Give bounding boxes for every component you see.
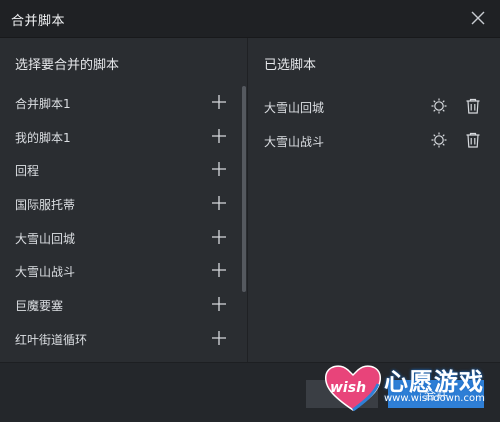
gear-icon[interactable] xyxy=(430,97,448,115)
selected-script-label: 大雪山战斗 xyxy=(264,135,325,149)
script-label: 大雪山回城 xyxy=(15,232,76,246)
selected-item: 大雪山战斗 xyxy=(248,127,500,153)
script-label: 红叶街道循环 xyxy=(15,333,88,347)
script-label: 巨魔要塞 xyxy=(15,299,64,313)
watermark-logo: wish 心愿游戏 www.wishdown.com xyxy=(322,358,498,418)
plus-icon[interactable] xyxy=(210,93,228,111)
script-label: 我的脚本1 xyxy=(15,131,71,145)
gear-icon[interactable] xyxy=(430,131,448,149)
logo-text: wish xyxy=(330,380,367,396)
close-icon[interactable] xyxy=(468,8,488,28)
script-label: 回程 xyxy=(15,164,40,178)
selected-panel-heading: 已选脚本 xyxy=(264,58,317,73)
plus-icon[interactable] xyxy=(210,194,228,212)
selected-item: 大雪山回城 xyxy=(248,93,500,119)
list-item[interactable]: 国际服托蒂 xyxy=(0,190,238,216)
list-item[interactable]: 我的脚本1 xyxy=(0,123,238,149)
plus-icon[interactable] xyxy=(210,127,228,145)
list-item[interactable]: 大雪山回城 xyxy=(0,224,238,250)
title-bar: 合并脚本 xyxy=(0,0,500,38)
source-panel-heading: 选择要合并的脚本 xyxy=(15,58,120,73)
list-item[interactable]: 大雪山战斗 xyxy=(0,257,238,283)
plus-icon[interactable] xyxy=(210,160,228,178)
trash-icon[interactable] xyxy=(464,97,482,115)
plus-icon[interactable] xyxy=(210,295,228,313)
watermark-url: www.wishdown.com xyxy=(384,393,485,404)
selected-script-label: 大雪山回城 xyxy=(264,101,325,115)
script-label: 合并脚本1 xyxy=(15,97,71,111)
script-source-panel: 选择要合并的脚本 合并脚本1 我的脚本1 回程 国际服托蒂 大雪山回城 大雪山战… xyxy=(0,38,248,362)
window-title: 合并脚本 xyxy=(11,14,66,29)
script-label: 大雪山战斗 xyxy=(15,265,76,279)
plus-icon[interactable] xyxy=(210,261,228,279)
selected-scripts-panel: 已选脚本 大雪山回城 大雪山战斗 xyxy=(248,38,500,362)
plus-icon[interactable] xyxy=(210,228,228,246)
list-item[interactable]: 回程 xyxy=(0,156,238,182)
script-label: 国际服托蒂 xyxy=(15,198,76,212)
list-item[interactable]: 合并脚本1 xyxy=(0,89,238,115)
watermark-brand: 心愿游戏 xyxy=(384,368,484,396)
list-item[interactable]: 巨魔要塞 xyxy=(0,291,238,317)
list-scrollbar[interactable] xyxy=(242,86,246,292)
trash-icon[interactable] xyxy=(464,131,482,149)
plus-icon[interactable] xyxy=(210,329,228,347)
list-item[interactable]: 红叶街道循环 xyxy=(0,325,238,351)
